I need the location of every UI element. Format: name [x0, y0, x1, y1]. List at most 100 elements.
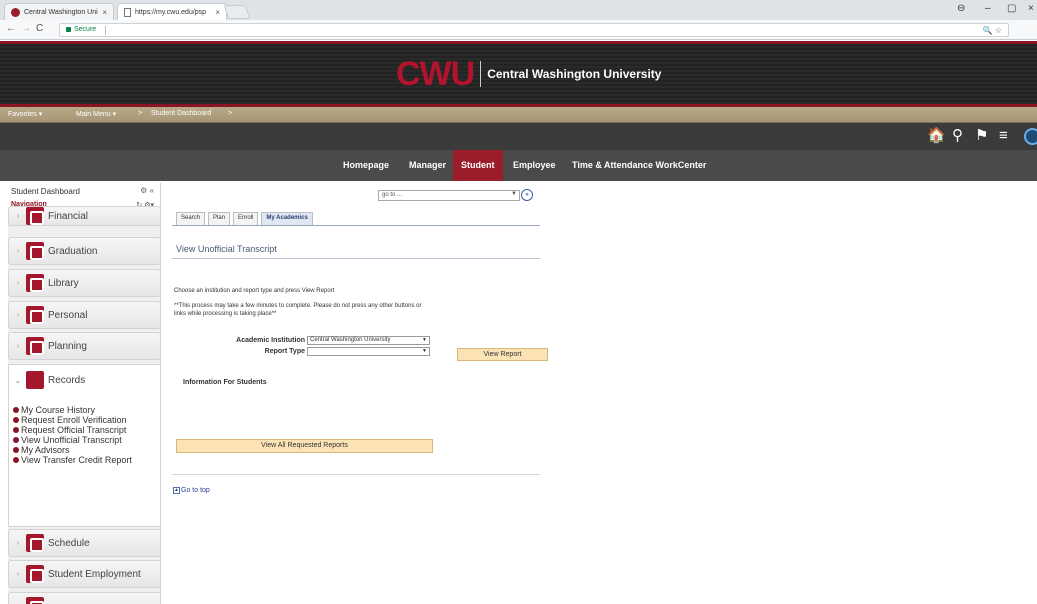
breadcrumb-student-dashboard[interactable]: Student Dashboard [151, 110, 211, 117]
academic-institution-label: Academic Institution [236, 337, 305, 344]
browser-tab-portal[interactable]: https://my.cwu.edu/psp × [117, 3, 227, 20]
menu-icon[interactable]: ≡ [999, 128, 1008, 144]
go-to-top-link[interactable]: ▲ Go to top [173, 487, 210, 494]
link-my-advisors[interactable]: My Advisors [13, 445, 156, 455]
nav-student[interactable]: Student [453, 150, 503, 181]
bullet-icon [13, 417, 19, 423]
nav-homepage[interactable]: Homepage [343, 150, 389, 181]
chevron-right-icon: › [16, 539, 20, 547]
tabs-underline [172, 225, 540, 226]
title-divider [172, 258, 540, 259]
minimize-button[interactable]: – [985, 3, 991, 14]
sidebar-controls[interactable]: ⚙ « [140, 186, 154, 195]
window-close-button[interactable]: × [1028, 3, 1034, 14]
sidebar-item-label: Graduation [48, 245, 98, 257]
link-request-enroll-verification[interactable]: Request Enroll Verification [13, 415, 156, 425]
report-type-select[interactable]: ▼ [307, 347, 430, 356]
lock-icon [66, 27, 71, 32]
nav-manager[interactable]: Manager [409, 150, 446, 181]
chevron-down-icon: ⌄ [14, 375, 22, 385]
nav-employee[interactable]: Employee [513, 150, 556, 181]
cwu-logo[interactable]: CWU Central Washington University [396, 57, 661, 91]
link-request-official-transcript[interactable]: Request Official Transcript [13, 425, 156, 435]
tab-my-academics[interactable]: My Academics [261, 212, 313, 225]
link-my-course-history[interactable]: My Course History [13, 405, 156, 415]
close-icon[interactable]: × [102, 8, 107, 17]
sidebar-item-label: Schedule [48, 537, 90, 549]
sidebar-item-financial[interactable]: › Financial [8, 206, 160, 226]
bottom-divider [172, 474, 540, 475]
browser-tabstrip: Central Washington Uni × https://my.cwu.… [0, 0, 1037, 20]
sidebar-item-library[interactable]: › Library [8, 269, 160, 297]
bullet-icon [13, 437, 19, 443]
sidebar-title-text: Student Dashboard [11, 187, 80, 196]
records-document-icon [26, 371, 44, 389]
sidebar-title: Student Dashboard ⚙ « [8, 183, 160, 200]
restore-button[interactable]: ▢ [1007, 3, 1016, 14]
instruction-text: Choose an institution and report type an… [174, 288, 335, 294]
forward-button[interactable]: → [21, 23, 31, 34]
close-icon[interactable]: × [215, 8, 220, 17]
chevron-right-icon: › [16, 311, 20, 319]
goto-select[interactable]: go to ... ▼ [378, 190, 520, 201]
university-name: Central Washington University [487, 67, 662, 81]
graduation-cap-icon [26, 242, 44, 260]
tab-enroll[interactable]: Enroll [233, 212, 259, 225]
goto-button[interactable]: » [521, 189, 533, 201]
sidebar-item-schedule[interactable]: › Schedule [8, 529, 160, 557]
address-bar[interactable]: Secure 🔍 ☆ [59, 23, 1009, 37]
reload-button[interactable]: C [36, 23, 43, 34]
sidebar-item-partial[interactable]: › [8, 592, 160, 604]
person-icon [26, 306, 44, 324]
academics-tabs: Search Plan Enroll My Academics [176, 212, 316, 225]
records-header[interactable]: ⌄ Records [9, 365, 160, 395]
nav-time-attendance[interactable]: Time & Attendance WorkCenter [572, 150, 706, 181]
search-icon[interactable]: ⚲ [952, 128, 963, 144]
screen: Central Washington Uni × https://my.cwu.… [0, 0, 1037, 604]
academic-institution-select[interactable]: Central Washington University ▼ [307, 336, 430, 345]
processing-note: **This process may take a few minutes to… [174, 303, 422, 317]
back-button[interactable]: ← [6, 23, 16, 34]
link-view-transfer-credit-report[interactable]: View Transfer Credit Report [13, 455, 156, 465]
header-icon-bar: 🏠 ⚲ ⚑ ≡ [0, 123, 1037, 150]
chevron-right-icon: › [16, 279, 20, 287]
academic-institution-value: Central Washington University [310, 337, 391, 343]
cwu-favicon-icon [11, 7, 20, 17]
secure-indicator[interactable]: Secure [66, 26, 96, 33]
chevron-right-icon: › [16, 212, 20, 220]
new-tab-button[interactable] [223, 5, 251, 19]
goto-value: go to ... [382, 192, 403, 198]
flag-icon[interactable]: ⚑ [975, 128, 988, 144]
navbar-icon[interactable] [1024, 128, 1037, 145]
sidebar-item-personal[interactable]: › Personal [8, 301, 160, 329]
sidebar-item-label: Records [48, 374, 86, 386]
tab-plan[interactable]: Plan [208, 212, 231, 225]
view-all-requested-reports-button[interactable]: View All Requested Reports [176, 439, 433, 453]
bullet-icon [13, 447, 19, 453]
account-icon[interactable]: ⊖ [957, 3, 965, 14]
sidebar-item-student-employment[interactable]: › Student Employment [8, 560, 160, 588]
planning-folder-icon [26, 337, 44, 355]
logo-divider [480, 61, 482, 87]
sidebar-item-label: Personal [48, 309, 88, 321]
browser-tab-title: https://my.cwu.edu/psp [135, 8, 207, 16]
favorites-menu[interactable]: Favorites ▾ [8, 110, 42, 118]
favorites-bar: Favorites ▾ Main Menu ▾ > Student Dashbo… [0, 107, 1037, 123]
page-title: View Unofficial Transcript [176, 244, 277, 254]
breadcrumb-separator: > [228, 110, 233, 117]
sidebar-item-planning[interactable]: › Planning [8, 332, 160, 360]
library-book-icon [26, 274, 44, 292]
briefcase-icon [26, 565, 44, 583]
sidebar-item-graduation[interactable]: › Graduation [8, 237, 160, 265]
browser-tab-cwu[interactable]: Central Washington Uni × [4, 3, 114, 20]
zoom-star-icons[interactable]: 🔍 ☆ [983, 26, 1002, 35]
home-icon[interactable]: 🏠 [927, 128, 946, 144]
link-view-unofficial-transcript[interactable]: View Unofficial Transcript [13, 435, 156, 445]
main-menu[interactable]: Main Menu ▾ [76, 110, 116, 118]
browser-toolbar: ← → C Secure 🔍 ☆ [0, 20, 1037, 40]
calendar-icon [26, 534, 44, 552]
view-report-button[interactable]: View Report [457, 348, 548, 361]
tab-search[interactable]: Search [176, 212, 206, 225]
main-navigation: Homepage Manager Student Employee Time &… [0, 150, 1037, 181]
go-to-top-label: Go to top [181, 487, 210, 494]
